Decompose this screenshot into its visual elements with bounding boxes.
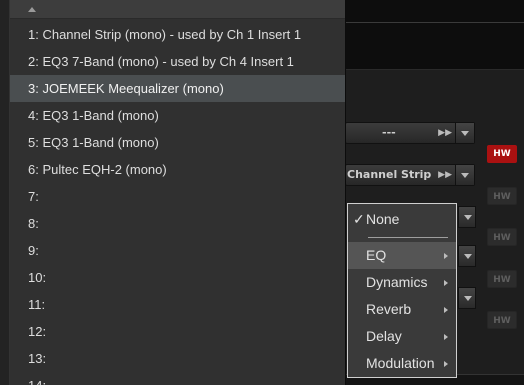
menu-item-label: None — [366, 211, 400, 227]
menu-item-reverb[interactable]: Reverb — [348, 296, 456, 323]
submenu-arrow-icon — [444, 307, 448, 313]
list-item[interactable]: 11: — [10, 291, 345, 318]
left-edge-panel — [0, 0, 10, 385]
menu-item-modulation[interactable]: Modulation — [348, 350, 456, 377]
menu-item-none[interactable]: ✓ None — [348, 206, 456, 233]
category-menu[interactable]: ✓ None EQ Dynamics Reverb Delay Modulati… — [347, 203, 457, 378]
menu-item-label: Modulation — [366, 355, 435, 371]
list-item[interactable]: 4: EQ3 1-Band (mono) — [10, 102, 345, 129]
chevron-down-icon[interactable] — [455, 165, 474, 185]
list-item[interactable]: 10: — [10, 264, 345, 291]
submenu-arrow-icon — [444, 280, 448, 286]
list-item[interactable]: 7: — [10, 183, 345, 210]
menu-item-label: Delay — [366, 328, 402, 344]
menu-item-dynamics[interactable]: Dynamics — [348, 269, 456, 296]
scroll-up-button[interactable] — [10, 0, 345, 19]
insert-slot-1[interactable]: --- ▶▶ — [345, 122, 475, 144]
fast-forward-icon[interactable]: ▶▶ — [438, 165, 452, 185]
insert-slot-label: Channel Strip — [347, 168, 432, 181]
list-item[interactable]: 13: — [10, 345, 345, 372]
hw-badge[interactable]: HW — [487, 228, 517, 246]
hw-badge[interactable]: HW — [487, 311, 517, 329]
background-toolbar — [345, 0, 524, 70]
submenu-arrow-icon — [444, 253, 448, 259]
chevron-down-icon[interactable] — [458, 206, 476, 228]
menu-separator — [368, 237, 448, 238]
hw-badge[interactable]: HW — [487, 145, 517, 163]
list-item[interactable]: 2: EQ3 7-Band (mono) - used by Ch 4 Inse… — [10, 48, 345, 75]
list-item-highlighted[interactable]: 3: JOEMEEK Meequalizer (mono) — [10, 75, 345, 102]
fast-forward-icon[interactable]: ▶▶ — [438, 123, 452, 143]
menu-item-delay[interactable]: Delay — [348, 323, 456, 350]
scroll-up-arrow-icon — [28, 7, 36, 12]
list-item[interactable]: 14: — [10, 372, 345, 385]
list-item[interactable]: 8: — [10, 210, 345, 237]
list-item[interactable]: 6: Pultec EQH-2 (mono) — [10, 156, 345, 183]
chevron-down-icon[interactable] — [458, 287, 476, 309]
hw-badge[interactable]: HW — [487, 270, 517, 288]
divider — [345, 22, 524, 23]
hw-badge[interactable]: HW — [487, 187, 517, 205]
insert-slot-2[interactable]: Channel Strip ▶▶ — [345, 164, 475, 186]
list-item[interactable]: 9: — [10, 237, 345, 264]
menu-item-label: EQ — [366, 247, 387, 263]
submenu-arrow-icon — [444, 334, 448, 340]
chevron-down-icon[interactable] — [458, 245, 476, 267]
insert-slot-label: --- — [382, 126, 396, 139]
checkmark-icon: ✓ — [353, 211, 365, 227]
submenu-arrow-icon — [444, 361, 448, 367]
menu-item-label: Reverb — [366, 301, 412, 317]
plugin-list-menu[interactable]: 1: Channel Strip (mono) - used by Ch 1 I… — [10, 0, 346, 385]
chevron-down-icon[interactable] — [455, 123, 474, 143]
menu-item-label: Dynamics — [366, 274, 428, 290]
menu-item-eq[interactable]: EQ — [348, 242, 456, 269]
list-item[interactable]: 1: Channel Strip (mono) - used by Ch 1 I… — [10, 21, 345, 48]
list-item[interactable]: 12: — [10, 318, 345, 345]
list-item[interactable]: 5: EQ3 1-Band (mono) — [10, 129, 345, 156]
